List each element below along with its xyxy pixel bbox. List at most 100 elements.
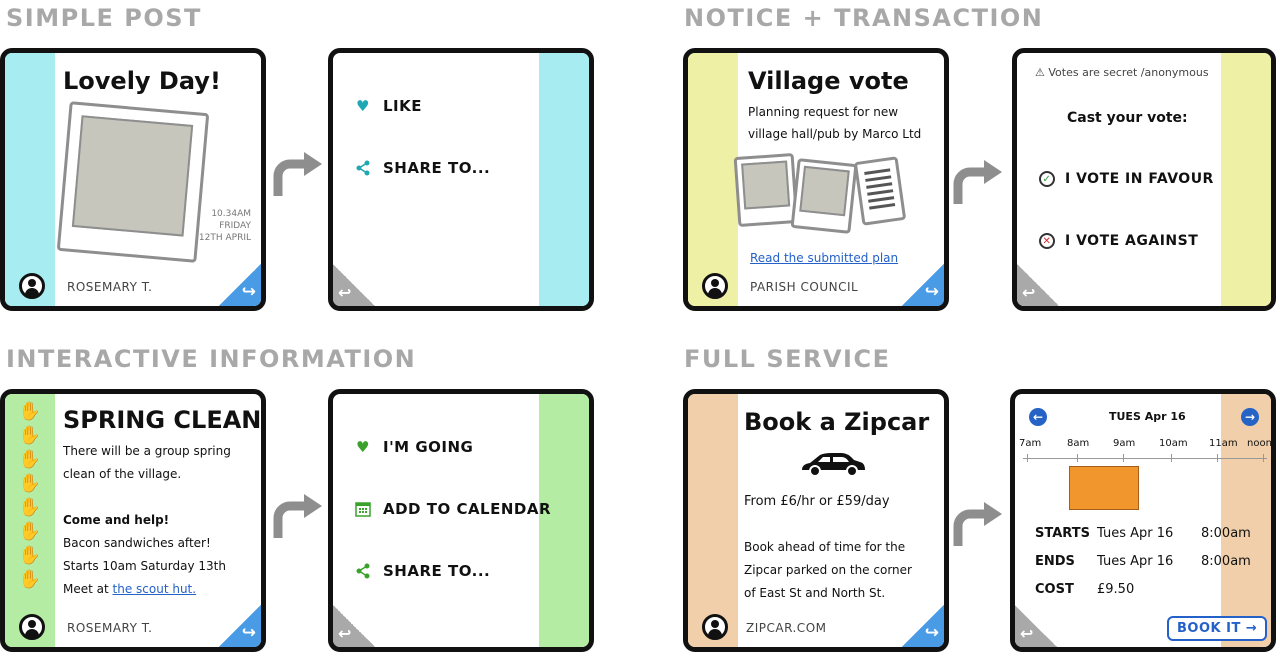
post-day-text: FRIDAY	[219, 221, 251, 231]
simple-post-back-card[interactable]: ♥ LIKE SHARE TO... ↩	[328, 48, 594, 311]
add-calendar-label: ADD TO CALENDAR	[383, 500, 552, 518]
arrow-right-icon: →	[1245, 621, 1258, 636]
like-label: LIKE	[383, 97, 423, 115]
time-label: 8am	[1067, 438, 1090, 449]
avatar-icon[interactable]	[702, 273, 728, 299]
next-day-icon[interactable]: →	[1241, 408, 1259, 426]
transition-arrow-icon	[953, 160, 1002, 204]
heart-icon: ♥	[356, 438, 370, 456]
share-option[interactable]: SHARE TO...	[355, 562, 490, 580]
ends-time[interactable]: 8:00am	[1201, 554, 1251, 569]
notice-line-1: Planning request for new	[748, 105, 899, 119]
event-description: There will be a group spring clean of th…	[63, 440, 231, 601]
vote-secret-text: Votes are secret /anonymous	[1048, 66, 1209, 79]
simple-post-front-card[interactable]: Lovely Day! 10.34AM FRIDAY 12TH APRIL RO…	[0, 48, 266, 311]
calendar-icon	[355, 502, 371, 517]
event-line-4: Bacon sandwiches after!	[63, 536, 211, 550]
time-label: 9am	[1113, 438, 1136, 449]
card-color-strip	[5, 53, 55, 306]
time-label: 7am	[1019, 438, 1042, 449]
transition-arrow-icon	[273, 494, 322, 538]
transition-arrow-icon	[953, 502, 1002, 546]
share-label: SHARE TO...	[383, 159, 491, 177]
timeline-tick	[1077, 454, 1078, 462]
read-plan-link[interactable]: Read the submitted plan	[750, 247, 898, 270]
interactive-front-card[interactable]: ✋ ✋ ✋ ✋ ✋ ✋ ✋ ✋ SPRING CLEAN There will …	[0, 389, 266, 652]
add-calendar-option[interactable]: ADD TO CALENDAR	[355, 500, 551, 518]
avatar-icon[interactable]	[19, 614, 45, 640]
plan-photo-1	[733, 152, 799, 228]
share-label: SHARE TO...	[383, 562, 491, 580]
ends-day: Tues Apr 16	[1097, 554, 1174, 569]
post-author: ROSEMARY T.	[67, 280, 153, 294]
card-title: Village vote	[748, 67, 909, 95]
avatar-icon[interactable]	[19, 273, 45, 299]
card-color-strip	[1221, 394, 1271, 647]
book-it-label: BOOK IT	[1177, 621, 1241, 636]
event-line-3: Come and help!	[63, 513, 170, 527]
handprint-icon: ✋	[18, 449, 42, 470]
section-title-notice-transaction: NOTICE + TRANSACTION	[684, 4, 1044, 32]
schedule-date: TUES Apr 16	[1109, 410, 1186, 423]
cast-vote-label: Cast your vote:	[1067, 110, 1188, 126]
event-author: ROSEMARY T.	[67, 621, 153, 635]
handprint-icon: ✋	[18, 401, 42, 422]
flip-card-back-icon[interactable]: ↩	[1015, 605, 1057, 647]
avatar-icon[interactable]	[702, 614, 728, 640]
event-line-1: There will be a group spring	[63, 444, 231, 458]
vote-favour-label: I VOTE IN FAVOUR	[1065, 171, 1214, 187]
notice-back-card[interactable]: ⚠ Votes are secret /anonymous Cast your …	[1012, 48, 1276, 311]
photo-polaroid[interactable]	[56, 101, 210, 263]
booking-time-block[interactable]	[1069, 466, 1139, 510]
vote-against-option[interactable]: ✕ I VOTE AGAINST	[1039, 233, 1198, 249]
going-option[interactable]: ♥ I'M GOING	[355, 438, 473, 456]
zipcar-author: ZIPCAR.COM	[746, 621, 827, 635]
cost-value: £9.50	[1097, 582, 1135, 597]
post-date-text: 12TH APRIL	[198, 233, 251, 243]
timeline-tick	[1217, 454, 1218, 462]
section-title-simple-post: SIMPLE POST	[6, 4, 202, 32]
handprint-icon: ✋	[18, 497, 42, 518]
flip-card-forward-icon[interactable]: ↪	[902, 605, 944, 647]
flip-card-forward-icon[interactable]: ↪	[902, 264, 944, 306]
time-label: 11am	[1209, 438, 1238, 449]
like-option[interactable]: ♥ LIKE	[355, 97, 422, 115]
starts-time[interactable]: 8:00am	[1201, 526, 1251, 541]
timeline-axis	[1023, 458, 1267, 459]
share-icon	[356, 563, 370, 579]
zipcar-back-card[interactable]: ← TUES Apr 16 → 7am 8am 9am 10am 11am no…	[1010, 389, 1276, 652]
flip-card-back-icon[interactable]: ↩	[333, 264, 375, 306]
scout-hut-link[interactable]: the scout hut.	[113, 582, 197, 596]
timeline-tick	[1263, 454, 1264, 462]
plan-photo-2	[790, 158, 858, 234]
section-title-full-service: FULL SERVICE	[684, 345, 891, 373]
flip-card-back-icon[interactable]: ↩	[1017, 264, 1059, 306]
event-line-2: clean of the village.	[63, 467, 182, 481]
handprint-icon: ✋	[18, 545, 42, 566]
notice-front-card[interactable]: Village vote Planning request for new vi…	[683, 48, 949, 311]
handprint-icon: ✋	[18, 569, 42, 590]
ends-label: ENDS	[1035, 554, 1075, 569]
flip-card-back-icon[interactable]: ↩	[333, 605, 375, 647]
flip-card-forward-icon[interactable]: ↪	[219, 605, 261, 647]
flip-card-forward-icon[interactable]: ↪	[219, 264, 261, 306]
starts-day: Tues Apr 16	[1097, 526, 1174, 541]
post-time: 10.34AM FRIDAY 12TH APRIL	[195, 208, 251, 244]
interactive-back-card[interactable]: ♥ I'M GOING ADD TO CALENDAR SHARE TO... …	[328, 389, 594, 652]
going-label: I'M GOING	[383, 438, 474, 456]
time-label: 10am	[1159, 438, 1188, 449]
zipcar-description: Book ahead of time for the Zipcar parked…	[744, 536, 912, 605]
vote-secret-notice: ⚠ Votes are secret /anonymous	[1035, 61, 1209, 84]
card-title: Book a Zipcar	[744, 408, 930, 436]
plan-document-icon	[853, 156, 907, 226]
share-icon	[356, 160, 370, 176]
timeline-tick	[1123, 454, 1124, 462]
vote-favour-option[interactable]: ✓ I VOTE IN FAVOUR	[1039, 171, 1214, 187]
card-color-strip	[539, 53, 589, 306]
card-color-strip	[1221, 53, 1271, 306]
previous-day-icon[interactable]: ←	[1029, 408, 1047, 426]
share-option[interactable]: SHARE TO...	[355, 159, 490, 177]
notice-line-2: village hall/pub by Marco Ltd	[748, 127, 922, 141]
book-it-button[interactable]: BOOK IT →	[1167, 616, 1268, 641]
zipcar-front-card[interactable]: Book a Zipcar From £6/hr or £59/day Book…	[683, 389, 949, 652]
